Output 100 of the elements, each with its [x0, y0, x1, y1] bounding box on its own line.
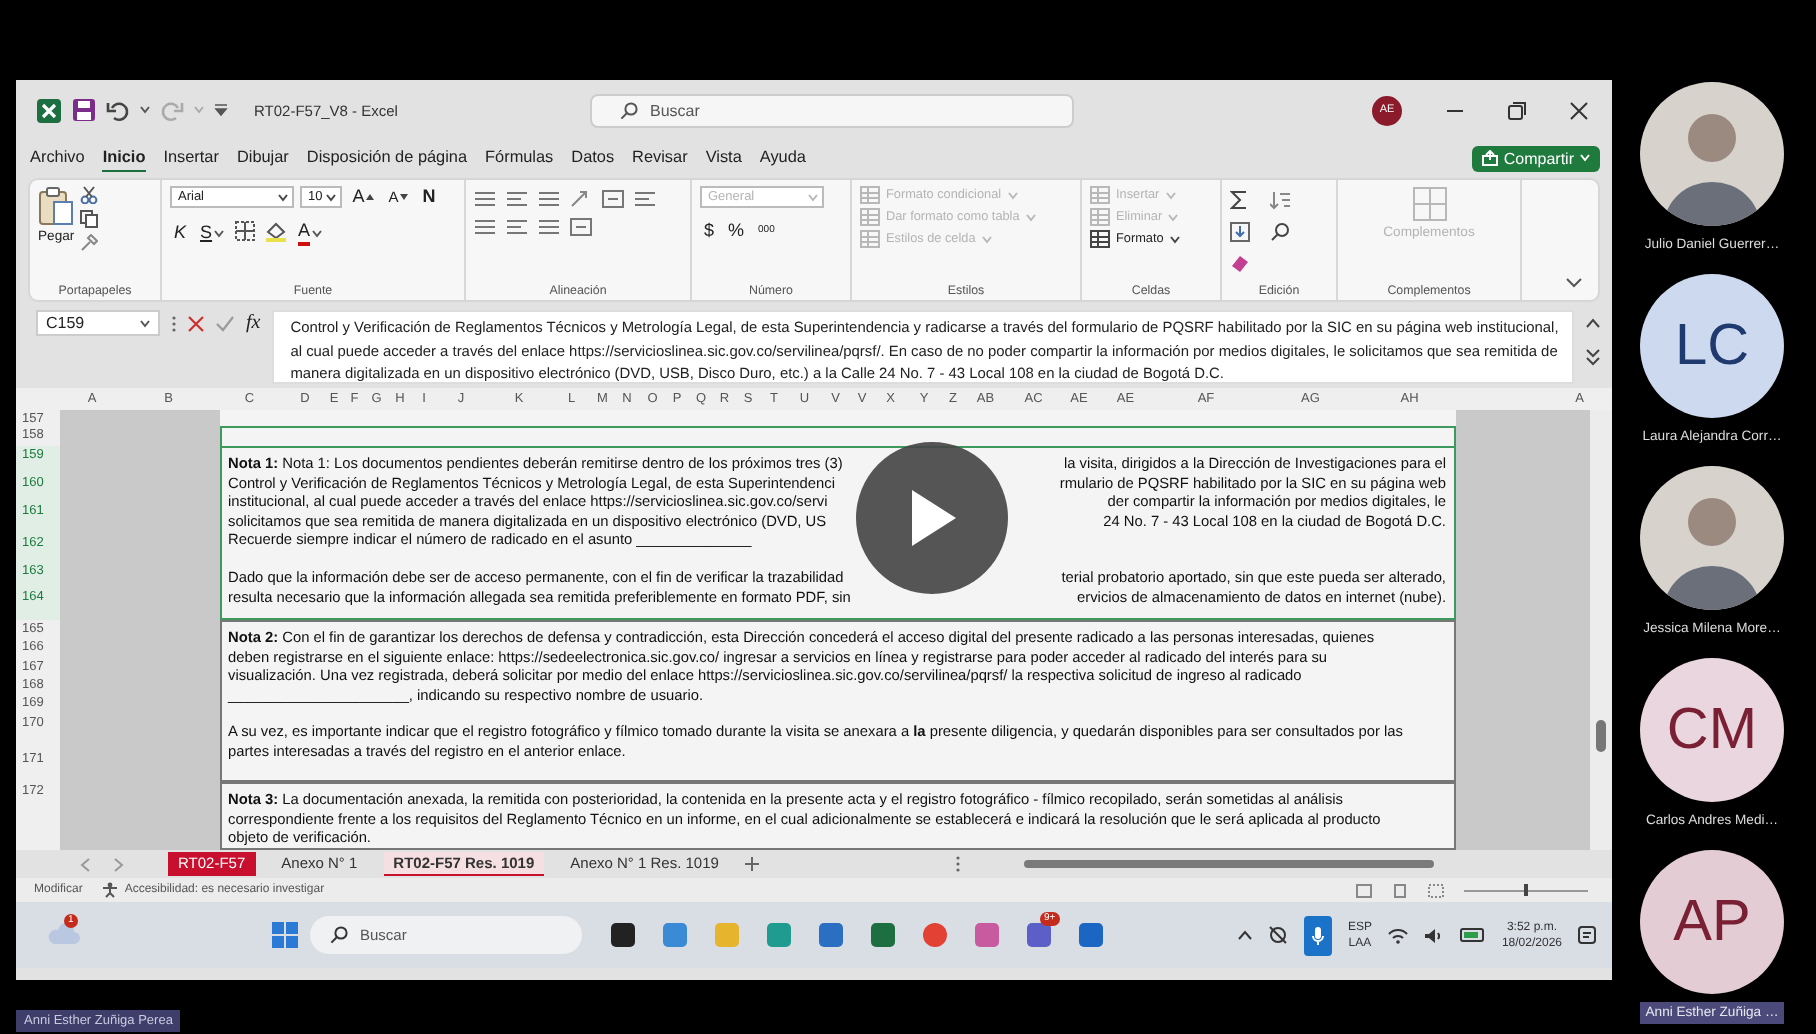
scrollbar-thumb[interactable] — [1596, 720, 1606, 752]
avatar-initials: LC — [1639, 274, 1784, 418]
menu-tab[interactable]: Insertar — [163, 144, 219, 172]
caret-icon — [981, 235, 992, 243]
cancel-icon[interactable] — [188, 316, 204, 332]
text-orientation-icon[interactable] — [570, 190, 592, 208]
down-caret-icon — [400, 194, 409, 200]
normal-view-icon[interactable] — [1356, 883, 1372, 897]
page-layout-icon[interactable] — [1392, 883, 1408, 897]
merge-cells-icon[interactable] — [602, 190, 624, 208]
next-sheet-icon[interactable] — [114, 857, 124, 871]
caret-icon — [278, 193, 288, 201]
search-icon[interactable] — [1270, 222, 1290, 242]
format-button[interactable]: A — [348, 186, 379, 208]
caret-icon — [194, 106, 204, 114]
align-icon[interactable] — [506, 190, 528, 208]
chevron-up-icon[interactable] — [1237, 930, 1252, 940]
align-icon[interactable] — [538, 218, 560, 236]
align-icon[interactable] — [506, 218, 528, 236]
borders-icon[interactable] — [234, 220, 259, 242]
caret-icon — [808, 193, 818, 201]
eraser-icon[interactable] — [1230, 254, 1250, 272]
menu-tab[interactable]: Inicio — [102, 144, 146, 172]
microphone-button[interactable] — [1303, 915, 1332, 955]
microphone-icon — [1311, 925, 1324, 945]
share-icon — [1481, 150, 1498, 166]
previous-sheet-icon[interactable] — [80, 857, 90, 871]
close-icon[interactable] — [1570, 101, 1588, 119]
weather-icon — [48, 919, 80, 947]
caret-icon — [1007, 191, 1018, 199]
table-icon — [860, 186, 880, 204]
copy-icon[interactable] — [80, 210, 99, 228]
align-icon[interactable] — [538, 190, 560, 208]
zoom-slider[interactable] — [1464, 884, 1588, 896]
merge-cells-icon[interactable] — [570, 218, 592, 236]
table-icon — [860, 208, 880, 226]
grid-icon — [1411, 186, 1447, 222]
app-icon[interactable] — [610, 922, 636, 948]
scroll-down-icon[interactable] — [1586, 348, 1600, 366]
menu-tab[interactable]: Disposición de página — [306, 144, 468, 172]
fill-down-icon[interactable] — [1230, 222, 1250, 242]
align-icon[interactable] — [634, 190, 656, 208]
align-icon[interactable] — [474, 218, 496, 236]
format-button[interactable]: % — [724, 220, 749, 242]
fill-color-icon[interactable] — [264, 220, 289, 242]
scissors-icon[interactable] — [80, 186, 99, 204]
sync-off-icon[interactable] — [1267, 926, 1288, 944]
caret-icon — [214, 229, 225, 237]
insert-function-button[interactable]: fx — [246, 316, 261, 332]
sort-filter-icon[interactable] — [1270, 190, 1290, 210]
menu-tab[interactable]: Revisar — [632, 144, 688, 172]
scroll-up-icon[interactable] — [1586, 318, 1600, 328]
check-icon[interactable] — [216, 316, 234, 332]
format-button[interactable]: S — [196, 220, 229, 246]
windows-logo-icon[interactable] — [272, 922, 298, 948]
search-icon — [330, 926, 348, 944]
format-button[interactable]: $ — [700, 220, 719, 242]
table-icon — [1090, 230, 1110, 248]
format-button[interactable]: K — [170, 220, 191, 246]
caret-icon — [312, 229, 323, 237]
customize-caret-icon[interactable] — [214, 104, 228, 116]
battery-icon[interactable] — [1459, 928, 1486, 942]
menu-tab[interactable]: Dibujar — [236, 144, 289, 172]
undo-icon[interactable] — [106, 98, 130, 122]
align-icon[interactable] — [474, 190, 496, 208]
search-field[interactable]: Buscar — [590, 93, 1074, 127]
table-icon — [1090, 208, 1110, 226]
avatar-initials: CM — [1639, 658, 1784, 802]
avatar-initials: AP — [1640, 850, 1784, 994]
wifi-icon[interactable] — [1387, 927, 1408, 943]
restore-icon[interactable] — [1508, 101, 1526, 119]
play-icon — [906, 488, 958, 548]
sum-icon[interactable] — [1230, 190, 1248, 210]
accessibility-icon — [102, 882, 119, 898]
brush-icon[interactable] — [80, 234, 99, 252]
save-icon[interactable] — [72, 98, 96, 122]
format-button[interactable]: A — [294, 220, 327, 246]
name-box[interactable]: C159 — [36, 310, 160, 336]
menu-tab[interactable]: Fórmulas — [485, 144, 554, 172]
scrollbar-thumb[interactable] — [1024, 860, 1434, 868]
up-caret-icon — [366, 194, 375, 200]
format-button[interactable]: N — [418, 186, 440, 208]
clipboard-icon — [38, 186, 75, 226]
table-icon — [1090, 186, 1110, 204]
menu-tab[interactable]: Vista — [705, 144, 742, 172]
vertical-scrollbar[interactable] — [1590, 410, 1612, 850]
share-button[interactable]: Compartir — [1471, 145, 1600, 171]
menu-tab[interactable]: Archivo — [30, 144, 85, 172]
volume-icon[interactable] — [1423, 927, 1444, 943]
page-break-icon[interactable] — [1428, 883, 1444, 897]
caret-icon — [1168, 213, 1179, 221]
table-icon — [860, 230, 880, 248]
add-sheet-icon[interactable] — [744, 856, 761, 872]
menu-tab[interactable]: Datos — [571, 144, 615, 172]
more-icon — [956, 856, 961, 872]
notifications-icon[interactable] — [1578, 926, 1596, 944]
caret-icon — [1580, 154, 1590, 162]
collapse-ribbon-icon[interactable] — [1566, 278, 1582, 288]
menu-tab[interactable]: Ayuda — [759, 144, 806, 172]
caret-icon — [140, 319, 150, 327]
